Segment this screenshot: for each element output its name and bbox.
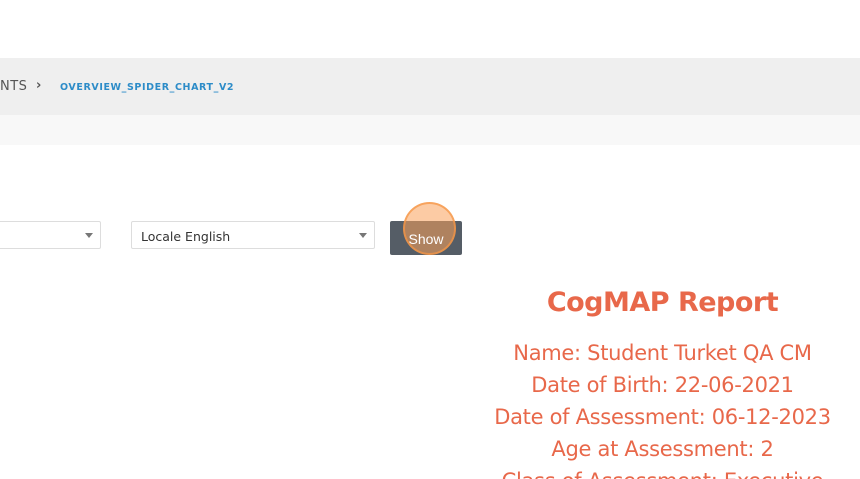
breadcrumb-current-page: OVERVIEW_SPIDER_CHART_V2 [60, 82, 235, 93]
locale-select[interactable]: Locale English [131, 221, 375, 249]
report-title: CogMAP Report [546, 287, 779, 318]
click-indicator [403, 202, 456, 255]
report-class-of-assessment: Class of Assessment: Executive [490, 465, 835, 479]
sub-header-bar [0, 115, 860, 145]
filter-select[interactable] [0, 221, 101, 249]
caret-down-icon [359, 233, 367, 238]
breadcrumb-previous-link[interactable]: NTS [0, 79, 27, 94]
report-header: CogMAP Report Name: Student Turket QA CM… [490, 284, 835, 479]
report-date-of-assessment: Date of Assessment: 06-12-2023 [494, 405, 831, 429]
show-button-label: Show [408, 231, 444, 247]
report-student-name: Name: Student Turket QA CM [513, 341, 812, 365]
chevron-right-icon: › [36, 78, 42, 93]
locale-select-value: Locale English [141, 229, 231, 244]
breadcrumb: NTS › OVERVIEW_SPIDER_CHART_V2 [0, 58, 860, 115]
caret-down-icon [85, 233, 93, 238]
report-age-at-assessment: Age at Assessment: 2 [551, 437, 774, 461]
report-date-of-birth: Date of Birth: 22-06-2021 [531, 373, 794, 397]
